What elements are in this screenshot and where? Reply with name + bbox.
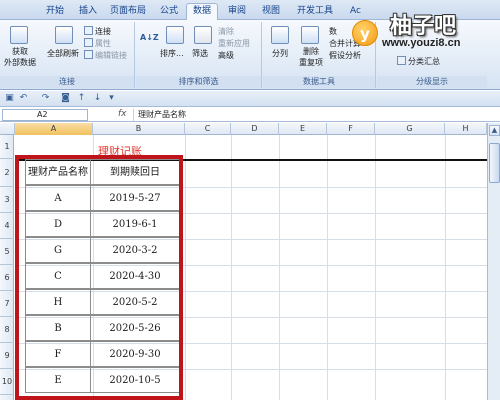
scroll-up-icon[interactable]: ▲ [489, 125, 500, 136]
clear-button[interactable]: 清除 [218, 26, 234, 37]
row-header-3[interactable]: 3 [0, 187, 14, 213]
refresh-all-button[interactable]: 全部刷新 [47, 48, 79, 59]
tab-developer[interactable]: 开发工具 [291, 4, 339, 20]
group-sort-filter: A↓Z 排序... 筛选 清除 重新应用 高级 排序和筛选 [136, 22, 262, 88]
row-header-6[interactable]: 6 [0, 265, 14, 291]
logo-url: www.youzi8.cn [382, 37, 461, 49]
column-header-d[interactable]: D [231, 123, 279, 135]
gridline [327, 135, 328, 400]
save-icon[interactable]: ▣ [4, 93, 15, 104]
worksheet[interactable]: 理财记账 理财产品名称 到期赎回日 A 2019-5-27 D 2019-6-1… [15, 135, 487, 400]
function-icon[interactable]: fx [118, 109, 127, 119]
properties-button[interactable]: 属性 [84, 38, 111, 49]
subtotal-icon [397, 56, 406, 65]
logo-badge: y [352, 20, 378, 46]
column-header-a[interactable]: A [15, 123, 93, 135]
vertical-scrollbar[interactable]: ▲ [487, 123, 500, 400]
edit-links-icon [84, 50, 93, 59]
group-title-outline: 分级显示 [377, 76, 487, 88]
data-validation-button[interactable]: 数 [329, 26, 337, 37]
undo-icon[interactable]: ↶ [18, 93, 29, 104]
column-header-g[interactable]: G [375, 123, 445, 135]
redo-icon[interactable]: ↷ [40, 93, 51, 104]
tab-page-layout[interactable]: 页面布局 [104, 4, 152, 20]
print-preview-icon[interactable]: ◙ [60, 93, 71, 104]
group-title-data-tools: 数据工具 [263, 76, 375, 88]
edit-links-button[interactable]: 编辑链接 [84, 50, 127, 61]
tab-review[interactable]: 审阅 [222, 4, 252, 20]
column-header-c[interactable]: C [185, 123, 231, 135]
excel-window: 开始 插入 页面布局 公式 数据 审阅 视图 开发工具 Ac 获取 外部数据 全… [0, 0, 500, 400]
text-to-columns-icon [271, 26, 289, 44]
row-headers: 1 2 3 4 5 6 7 8 9 10 [0, 135, 14, 400]
tab-insert[interactable]: 插入 [73, 4, 103, 20]
highlight-box [15, 155, 183, 400]
filter-button[interactable]: 筛选 [192, 48, 208, 59]
sort-button[interactable]: 排序... [160, 48, 184, 59]
row-header-10[interactable]: 10 [0, 369, 14, 395]
row-header-1[interactable]: 1 [0, 135, 14, 159]
sort-az-button[interactable]: A↓Z [140, 32, 159, 43]
group-title-sort-filter: 排序和筛选 [136, 76, 261, 88]
select-all-corner[interactable] [0, 123, 15, 135]
text-to-columns-button[interactable]: 分列 [272, 48, 288, 59]
scroll-thumb[interactable] [489, 143, 500, 183]
get-external-data-button[interactable]: 获取 外部数据 [4, 46, 36, 68]
gridline [185, 135, 186, 400]
row-header-5[interactable]: 5 [0, 239, 14, 265]
quick-access-toolbar: ▣ ↶ ↷ ◙ ↑ ↓ ▾ [0, 91, 500, 107]
remove-duplicates-button[interactable]: 删除 重复项 [297, 46, 325, 68]
properties-label: 属性 [95, 39, 111, 48]
name-box[interactable]: A2 [2, 109, 88, 121]
tab-view[interactable]: 视图 [256, 4, 286, 20]
formula-bar: A2 fx 理财产品名称 [0, 108, 500, 122]
logo-brand: 柚子吧 [390, 14, 457, 39]
remove-duplicates-icon [301, 26, 319, 44]
row-header-2[interactable]: 2 [0, 159, 14, 187]
properties-icon [84, 38, 93, 47]
row-header-9[interactable]: 9 [0, 343, 14, 369]
column-header-f[interactable]: F [327, 123, 375, 135]
sort-descending-icon[interactable]: ↓ [92, 93, 103, 104]
gridline [375, 135, 376, 400]
tab-home[interactable]: 开始 [40, 4, 70, 20]
subtotal-button[interactable]: 分类汇总 [397, 56, 440, 67]
tab-formulas[interactable]: 公式 [154, 4, 184, 20]
tab-data[interactable]: 数据 [186, 3, 219, 21]
reapply-button[interactable]: 重新应用 [218, 38, 250, 49]
gridline [279, 135, 280, 400]
column-header-b[interactable]: B [93, 123, 185, 135]
row-header-7[interactable]: 7 [0, 291, 14, 317]
row-header-4[interactable]: 4 [0, 213, 14, 239]
sort-icon [166, 26, 184, 44]
advanced-button[interactable]: 高级 [218, 50, 234, 61]
sort-ascending-icon[interactable]: ↑ [76, 93, 87, 104]
group-title-connections: 连接 [0, 76, 134, 88]
customize-qat-icon[interactable]: ▾ [106, 93, 117, 104]
connections-icon [84, 26, 93, 35]
watermark-logo: y 柚子吧 www.youzi8.cn [352, 8, 500, 54]
formula-input[interactable]: 理财产品名称 [133, 109, 485, 121]
edit-links-label: 编辑链接 [95, 51, 127, 60]
filter-icon [194, 26, 212, 44]
gridline [231, 135, 232, 400]
refresh-icon [55, 26, 73, 44]
group-connections: 获取 外部数据 全部刷新 连接 属性 编辑链接 连接 [0, 22, 135, 88]
gridline [445, 135, 446, 400]
subtotal-label: 分类汇总 [408, 57, 440, 66]
connections-label: 连接 [95, 27, 111, 36]
column-header-e[interactable]: E [279, 123, 327, 135]
column-headers: A B C D E F G H [0, 123, 500, 135]
external-data-icon [10, 26, 28, 44]
row-header-8[interactable]: 8 [0, 317, 14, 343]
column-header-h[interactable]: H [445, 123, 487, 135]
connections-button[interactable]: 连接 [84, 26, 111, 37]
